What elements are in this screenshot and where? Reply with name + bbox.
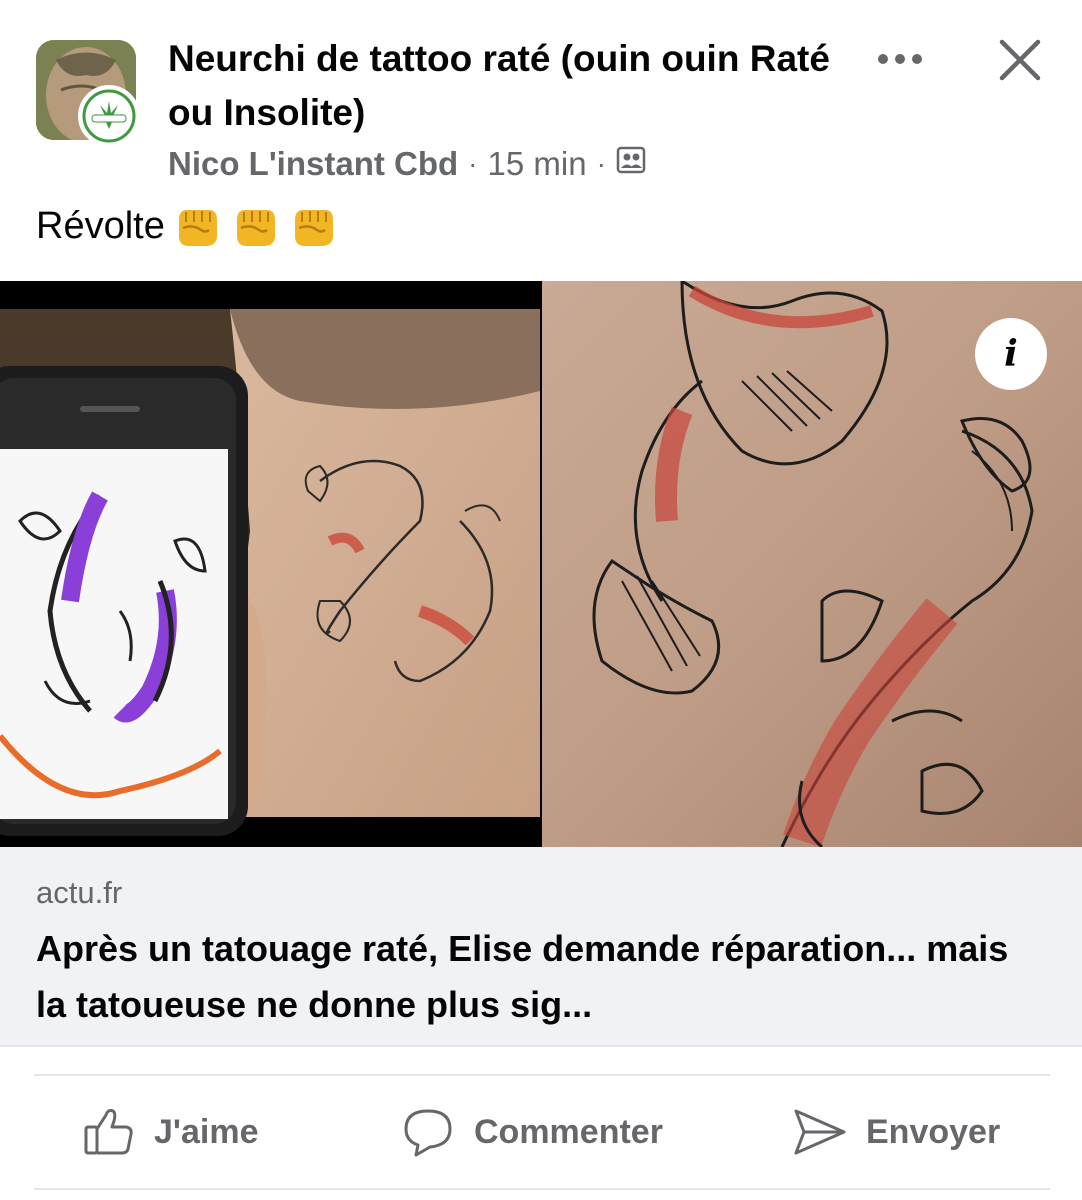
- like-button[interactable]: J'aime: [82, 1100, 259, 1164]
- bottom-divider: [34, 1188, 1050, 1190]
- fist-emoji: [294, 210, 333, 246]
- post-message: Révolte: [36, 200, 339, 252]
- comment-button[interactable]: Commenter: [400, 1100, 663, 1164]
- post-text: Révolte: [36, 204, 165, 247]
- group-title[interactable]: Neurchi de tattoo raté (ouin ouin Raté o…: [168, 32, 858, 140]
- group-privacy-icon: [616, 145, 646, 183]
- author-name[interactable]: Nico L'instant Cbd: [168, 145, 458, 183]
- like-label: J'aime: [154, 1112, 259, 1151]
- comment-bubble-icon: [404, 1109, 452, 1157]
- fist-emoji: [178, 210, 217, 246]
- separator-dot: ·: [468, 148, 478, 179]
- thumbs-up-icon: [84, 1109, 133, 1155]
- more-options-button[interactable]: [872, 44, 928, 74]
- post-time[interactable]: 15 min: [488, 145, 587, 183]
- post-meta: Nico L'instant Cbd · 15 min ·: [168, 145, 646, 183]
- link-preview-card[interactable]: actu.fr Après un tatouage raté, Elise de…: [0, 847, 1082, 1047]
- link-title: Après un tatouage raté, Elise demande ré…: [36, 928, 1009, 1025]
- fist-emoji: [236, 210, 275, 246]
- actions-divider: [34, 1074, 1050, 1076]
- close-icon: [999, 39, 1041, 81]
- more-dots-icon: [878, 54, 922, 64]
- link-domain: actu.fr: [36, 875, 123, 910]
- cbd-logo-badge: [78, 85, 140, 147]
- separator-dot: ·: [596, 148, 606, 179]
- send-icon: [794, 1109, 846, 1155]
- send-label: Envoyer: [866, 1112, 1001, 1151]
- post-media[interactable]: [0, 281, 1082, 847]
- send-button[interactable]: Envoyer: [792, 1100, 1000, 1164]
- facebook-post: Neurchi de tattoo raté (ouin ouin Raté o…: [0, 0, 1082, 1200]
- tattoo-comparison-photo: [0, 281, 540, 847]
- info-button[interactable]: i: [975, 318, 1047, 390]
- group-avatar[interactable]: [36, 40, 146, 152]
- comment-label: Commenter: [474, 1112, 663, 1151]
- close-button[interactable]: [992, 32, 1048, 88]
